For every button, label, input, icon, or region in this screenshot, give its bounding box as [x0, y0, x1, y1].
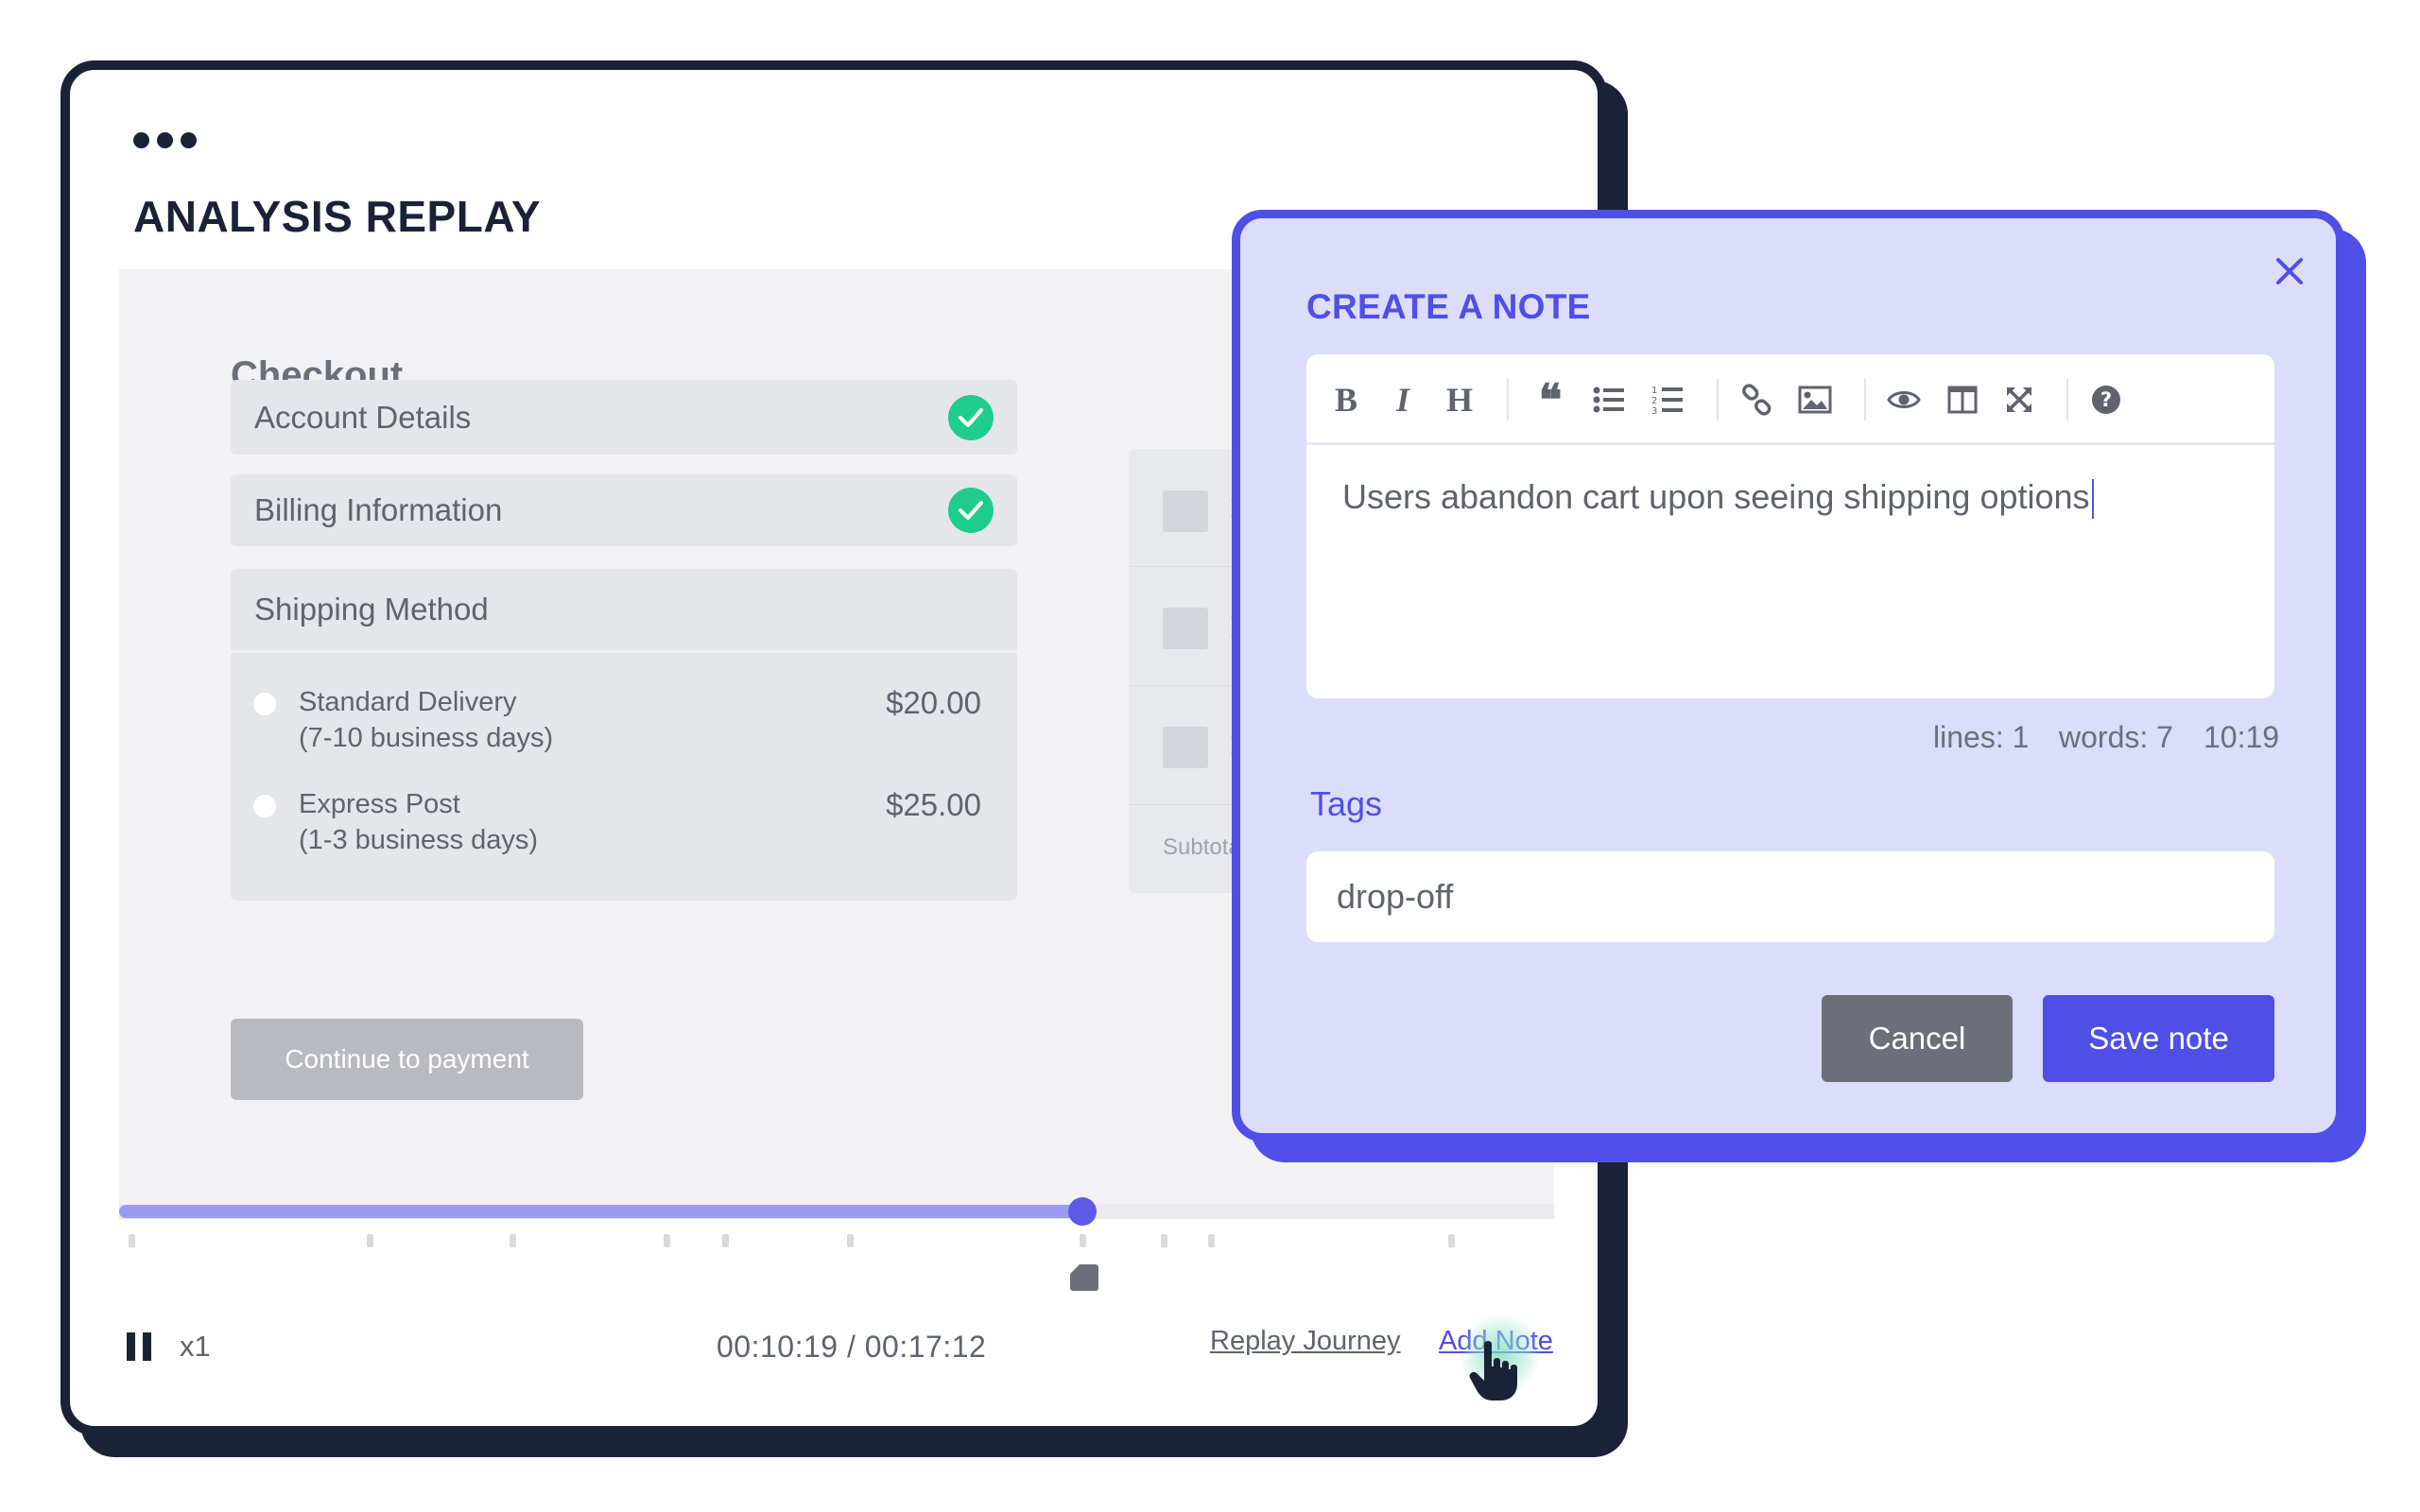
replay-journey-link[interactable]: Replay Journey	[1210, 1326, 1401, 1357]
fullscreen-icon[interactable]	[1998, 379, 2040, 421]
option-price: $20.00	[886, 685, 981, 720]
note-editor[interactable]: B I H ❝ 123 ? Users abandon cart upon se…	[1306, 354, 2274, 698]
step-account-details[interactable]: Account Details	[231, 380, 1017, 455]
tags-input[interactable]: drop-off	[1306, 851, 2274, 942]
note-body-text: Users abandon cart upon seeing shipping …	[1342, 477, 2090, 516]
event-tick[interactable]	[1161, 1234, 1167, 1247]
heading-icon[interactable]: H	[1439, 379, 1480, 421]
link-icon[interactable]	[1736, 379, 1777, 421]
status-cursor: 10:19	[2204, 720, 2280, 754]
step-billing-information[interactable]: Billing Information	[231, 474, 1017, 546]
timeline-progress	[119, 1205, 1083, 1218]
svg-text:3: 3	[1651, 406, 1657, 415]
event-tick[interactable]	[129, 1234, 135, 1247]
event-tick[interactable]	[847, 1234, 854, 1247]
note-marker-icon[interactable]	[1070, 1264, 1098, 1291]
tags-value: drop-off	[1337, 877, 1454, 916]
event-tick[interactable]	[722, 1234, 729, 1247]
toolbar-separator	[1864, 379, 1866, 421]
event-tick[interactable]	[1448, 1234, 1455, 1247]
svg-text:1: 1	[1651, 386, 1657, 396]
italic-icon[interactable]: I	[1382, 379, 1424, 421]
window-title: ANALYSIS REPLAY	[133, 192, 542, 241]
help-icon[interactable]: ?	[2085, 379, 2127, 421]
radio-standard-delivery[interactable]	[253, 693, 276, 715]
svg-text:2: 2	[1651, 396, 1657, 406]
image-icon[interactable]	[1794, 379, 1836, 421]
step-shipping-method[interactable]: Shipping Method	[231, 569, 1017, 650]
status-words: words: 7	[2059, 720, 2173, 754]
status-lines: lines: 1	[1933, 720, 2030, 754]
radio-express-post[interactable]	[253, 795, 276, 817]
bold-icon[interactable]: B	[1325, 379, 1367, 421]
check-circle-icon	[948, 488, 994, 533]
side-by-side-icon[interactable]	[1942, 379, 1983, 421]
numbered-list-icon[interactable]: 123	[1647, 379, 1688, 421]
preview-icon[interactable]	[1883, 379, 1925, 421]
dialog-title: CREATE A NOTE	[1306, 287, 1591, 326]
more-options-icon[interactable]	[133, 132, 197, 148]
toolbar-separator	[1717, 379, 1719, 421]
text-caret	[2091, 479, 2094, 520]
option-price: $25.00	[886, 787, 981, 822]
step-label: Shipping Method	[254, 592, 489, 627]
create-note-dialog: CREATE A NOTE B I H ❝ 123 ? Users abando…	[1232, 210, 2344, 1142]
event-tick[interactable]	[367, 1234, 373, 1247]
playback-speed[interactable]: x1	[180, 1330, 211, 1364]
pause-icon[interactable]	[127, 1332, 151, 1361]
product-thumbnail	[1163, 608, 1208, 649]
event-tick[interactable]	[664, 1234, 670, 1247]
hand-pointer-icon	[1469, 1341, 1517, 1400]
quote-icon[interactable]: ❝	[1530, 374, 1571, 425]
option-detail: (1-3 business days)	[299, 825, 539, 855]
note-body[interactable]: Users abandon cart upon seeing shipping …	[1342, 477, 2094, 520]
cancel-button[interactable]: Cancel	[1822, 995, 2013, 1082]
option-name: Standard Delivery	[299, 687, 517, 717]
product-thumbnail	[1163, 490, 1208, 532]
toolbar-separator	[2066, 379, 2068, 421]
event-tick[interactable]	[1208, 1234, 1215, 1247]
option-name: Express Post	[299, 789, 460, 819]
timeline-scrubber-handle[interactable]	[1068, 1197, 1097, 1226]
product-thumbnail	[1163, 727, 1208, 768]
svg-text:?: ?	[2100, 388, 2112, 411]
bullet-list-icon[interactable]	[1588, 379, 1630, 421]
editor-toolbar: B I H ❝ 123 ?	[1306, 354, 2274, 445]
timecode: 00:10:19 / 00:17:12	[717, 1330, 987, 1364]
close-icon[interactable]	[2271, 252, 2308, 290]
toolbar-separator	[1507, 379, 1509, 421]
check-circle-icon	[948, 394, 994, 440]
shipping-options-panel: Standard Delivery (7-10 business days) $…	[231, 653, 1017, 901]
option-detail: (7-10 business days)	[299, 723, 554, 753]
tags-label: Tags	[1310, 784, 1383, 823]
event-tick[interactable]	[1080, 1234, 1086, 1247]
continue-to-payment-button[interactable]: Continue to payment	[231, 1019, 583, 1100]
step-label: Account Details	[254, 399, 472, 435]
step-label: Billing Information	[254, 492, 503, 527]
event-tick[interactable]	[510, 1234, 516, 1247]
save-note-button[interactable]: Save note	[2043, 995, 2274, 1082]
